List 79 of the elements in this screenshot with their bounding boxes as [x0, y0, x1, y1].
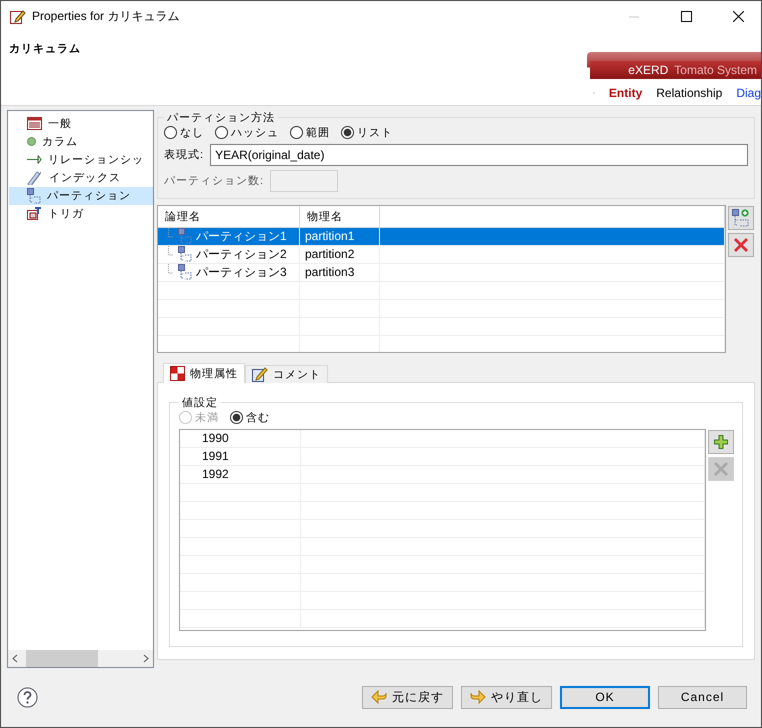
- dotted-line-icon: [168, 228, 174, 238]
- banner-tab[interactable]: Diag: [736, 86, 761, 100]
- partition-icon: [178, 264, 192, 280]
- field-label: パーティション数:: [164, 174, 264, 188]
- radio-button[interactable]: [341, 126, 354, 139]
- radio-label[interactable]: ハッシュ: [231, 124, 279, 140]
- table-row[interactable]: パーティション1 partition1: [158, 228, 725, 246]
- table-cell: partition2: [300, 246, 380, 263]
- back-arrow-icon: [371, 690, 387, 704]
- table-row[interactable]: 1991: [180, 448, 705, 466]
- edit-document-icon: [10, 8, 26, 25]
- radio-button[interactable]: [290, 126, 303, 139]
- note-icon: [252, 366, 268, 382]
- partition-name: パーティション3: [196, 264, 287, 281]
- field-label: 表現式:: [164, 148, 204, 162]
- table-cell: 1990: [180, 430, 301, 447]
- radio-button[interactable]: [164, 126, 177, 139]
- tab[interactable]: コメント: [245, 364, 328, 383]
- table-row[interactable]: 1990: [180, 430, 705, 448]
- table-row[interactable]: パーティション2 partition2: [158, 246, 725, 264]
- banner-tab[interactable]: Entity: [608, 86, 642, 100]
- help-icon[interactable]: [17, 686, 38, 708]
- connector-icon: [27, 155, 42, 164]
- scrollbar-thumb[interactable]: [26, 650, 98, 667]
- delete-button[interactable]: [728, 232, 754, 257]
- table-cell: 1991: [180, 448, 301, 465]
- dialog-button[interactable]: 元に戻す: [362, 686, 453, 709]
- expression-field[interactable]: YEAR(original_date): [210, 144, 748, 166]
- delete-icon: [734, 238, 748, 252]
- add-button[interactable]: [728, 206, 754, 230]
- add-partition-icon: [732, 208, 750, 227]
- radio-label[interactable]: 含む: [246, 410, 270, 425]
- tree-item[interactable]: トリガ: [9, 204, 153, 223]
- tree-item[interactable]: リレーションシッ: [9, 150, 153, 169]
- dotted-line-icon: [168, 264, 174, 274]
- add-button[interactable]: [708, 430, 734, 454]
- table-cell: 1992: [180, 466, 301, 483]
- pencils-icon: [27, 170, 43, 185]
- radio-label[interactable]: なし: [180, 124, 204, 140]
- dialog-button[interactable]: OK: [560, 686, 650, 709]
- window-title: Properties for カリキュラム: [32, 8, 180, 26]
- dialog-button[interactable]: Cancel: [658, 686, 747, 709]
- close-icon[interactable]: [732, 11, 744, 22]
- dot-icon: [27, 137, 36, 146]
- horizontal-scrollbar[interactable]: [8, 650, 153, 667]
- dialog-heading: カリキュラム: [9, 42, 81, 56]
- forward-arrow-icon: [470, 690, 486, 704]
- group-label: 値設定: [181, 396, 219, 410]
- partition-icon: [178, 228, 192, 244]
- table-cell: partition1: [300, 228, 380, 245]
- delete-icon: [714, 462, 728, 476]
- checker-icon: [170, 366, 185, 381]
- radio-button[interactable]: [215, 126, 228, 139]
- group-label: パーティション方法: [166, 110, 276, 125]
- count-field[interactable]: [270, 170, 338, 192]
- dialog-button[interactable]: やり直し: [461, 686, 552, 709]
- table-cell: partition3: [300, 264, 380, 281]
- tree-item[interactable]: パーティション: [9, 186, 153, 205]
- tree-item[interactable]: カラム: [9, 132, 153, 151]
- partition-name: パーティション2: [196, 246, 287, 263]
- partition-icon: [27, 188, 41, 204]
- tree-item[interactable]: インデックス: [9, 168, 153, 187]
- table-icon: [27, 117, 42, 130]
- partition-icon: [178, 246, 192, 262]
- radio-button[interactable]: [230, 410, 243, 424]
- dotted-line-icon: [168, 246, 174, 256]
- product-name: eXERD: [628, 62, 668, 77]
- radio-label[interactable]: 範囲: [306, 124, 330, 140]
- edition-name: Tomato System: [674, 62, 757, 77]
- tab[interactable]: 物理属性: [163, 362, 245, 383]
- radio-label[interactable]: リスト: [357, 124, 393, 140]
- trigger-icon: [27, 206, 42, 221]
- table-row[interactable]: 1992: [180, 466, 705, 484]
- maximize-icon[interactable]: [680, 11, 692, 22]
- banner-tab[interactable]: Relationship: [656, 86, 722, 100]
- tree-item[interactable]: 一般: [9, 114, 153, 133]
- partition-name: パーティション1: [196, 228, 287, 245]
- plus-icon: [714, 434, 728, 449]
- table-row[interactable]: パーティション3 partition3: [158, 264, 725, 282]
